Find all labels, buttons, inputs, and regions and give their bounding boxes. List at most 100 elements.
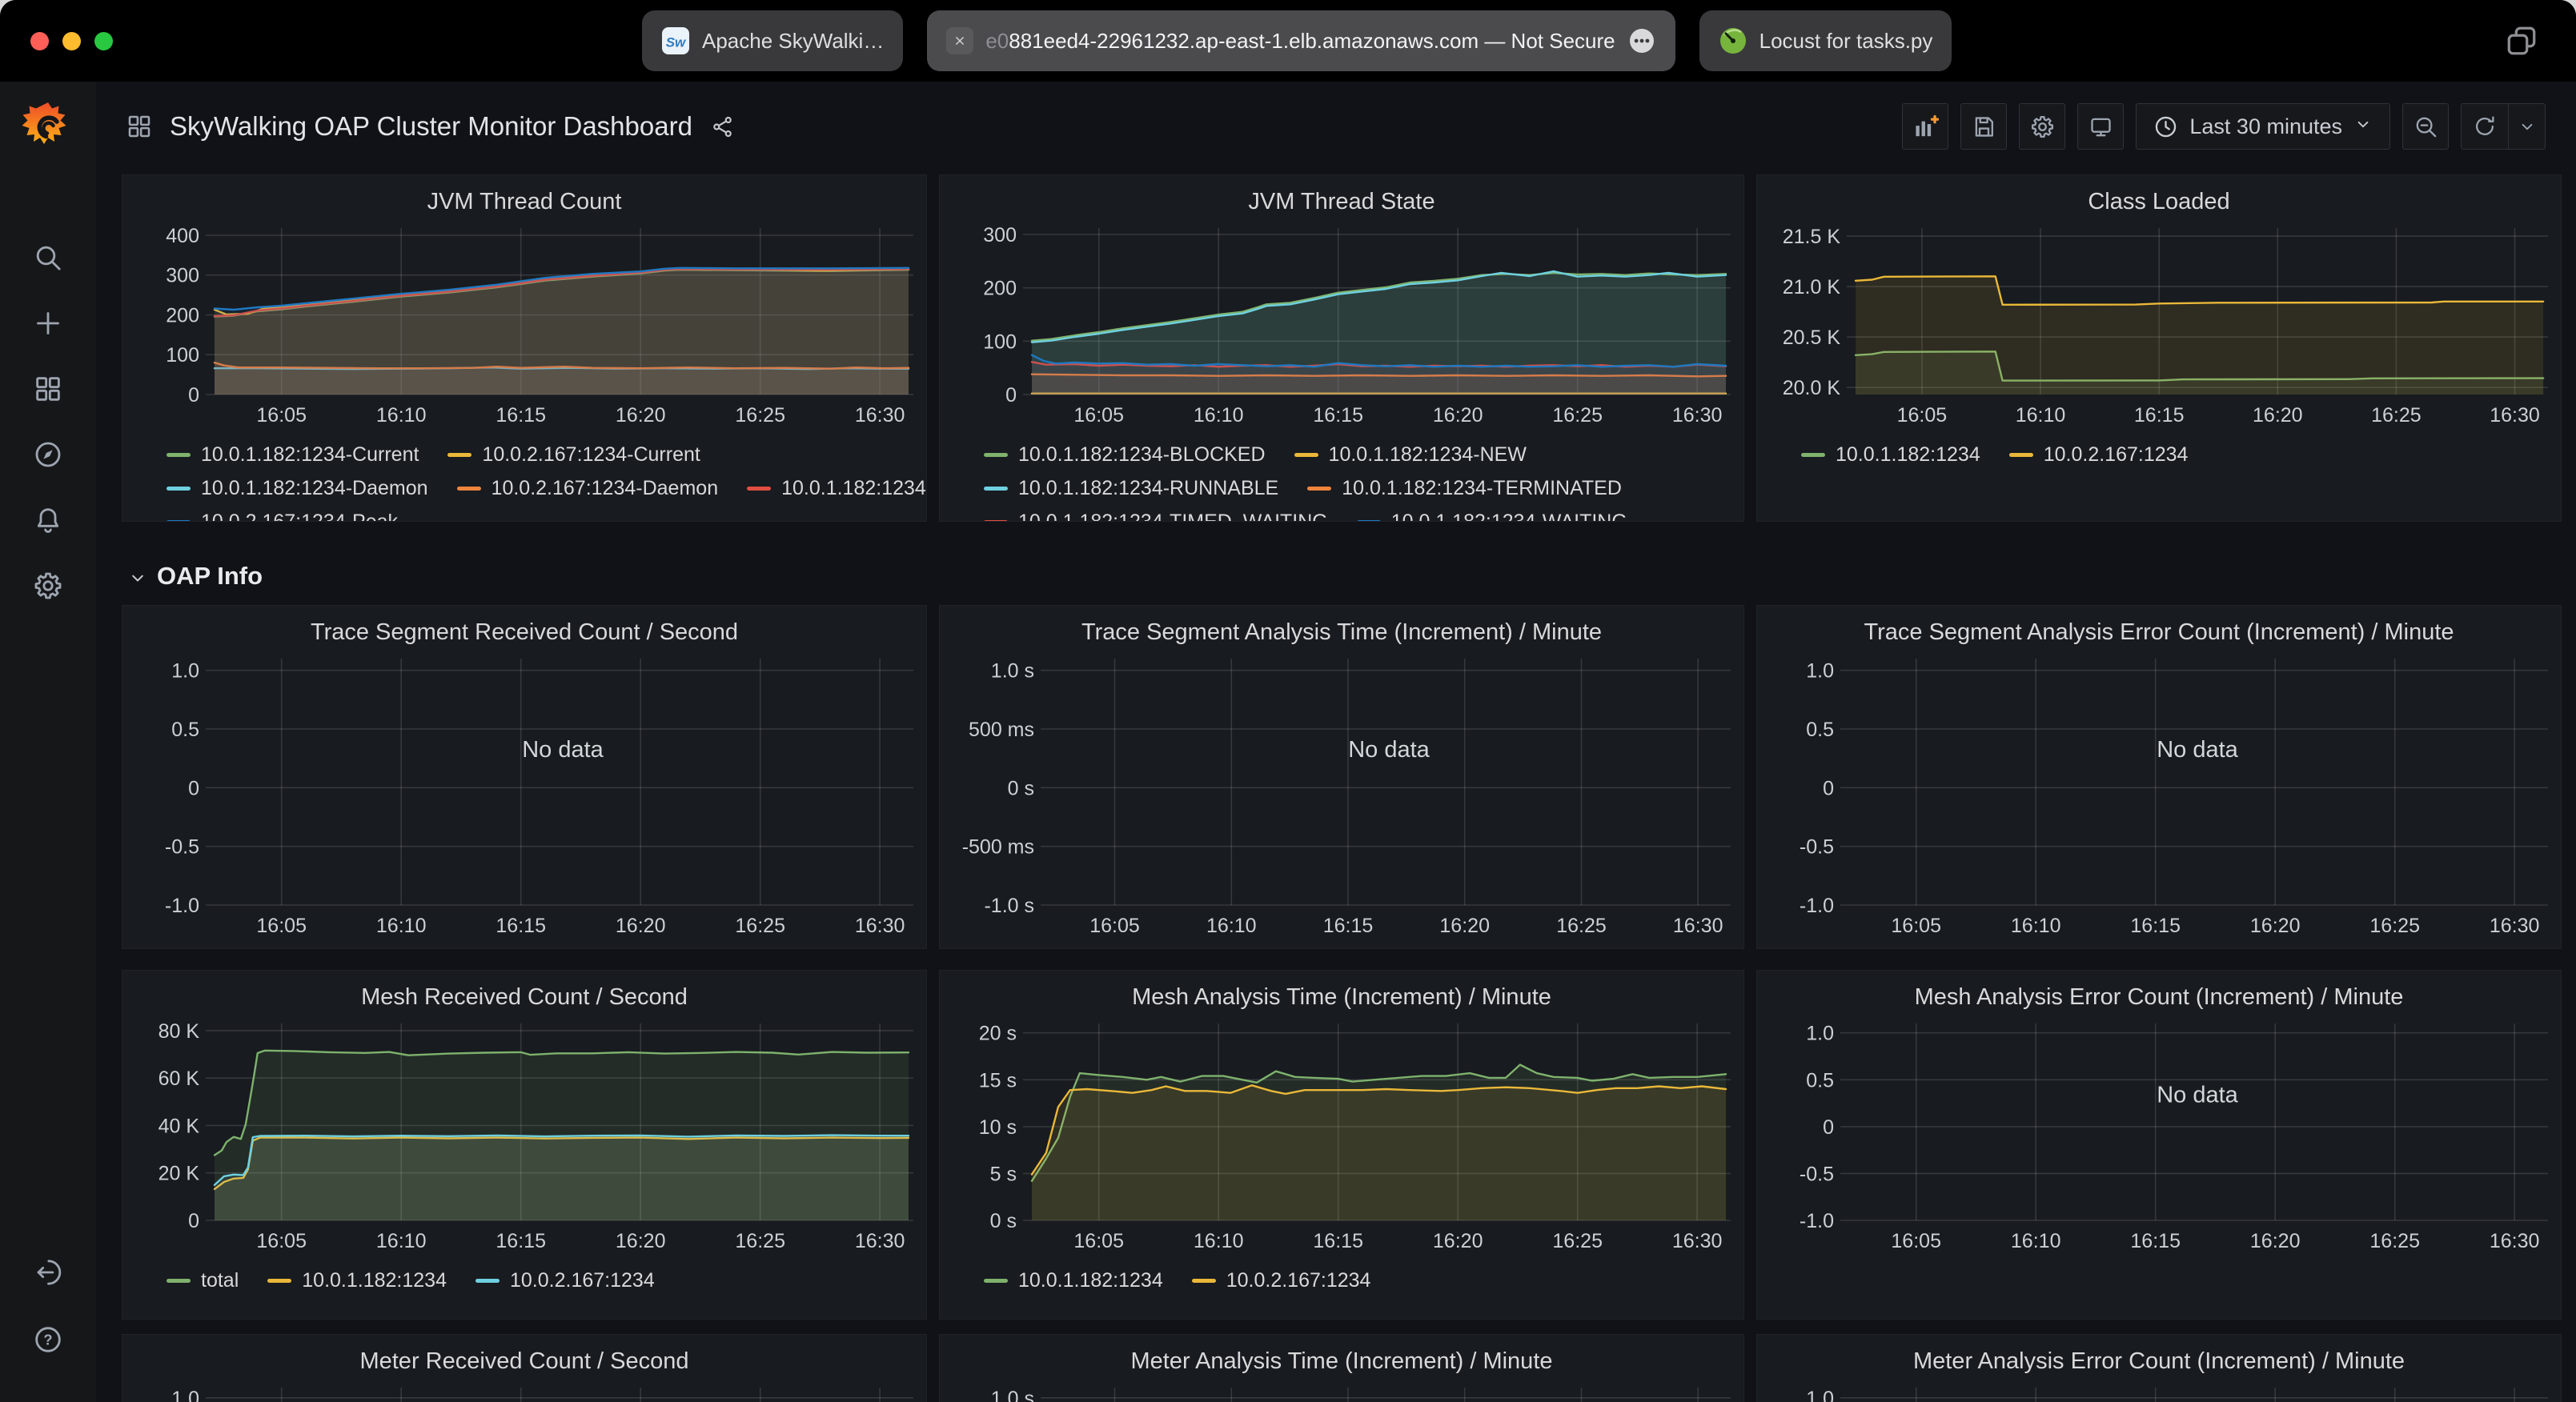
legend-item[interactable]: 10.0.2.167:1234-Current <box>447 443 700 467</box>
chart-plot-area[interactable]: 16:0516:1016:1516:2016:2516:3020.0 K20.5… <box>1757 220 2561 430</box>
chart-plot-area[interactable]: 16:0516:1016:1516:2016:2516:300 s5 s10 s… <box>940 1015 1743 1256</box>
sidebar-item-explore[interactable] <box>32 439 64 471</box>
panel-title[interactable]: Mesh Analysis Error Count (Increment) / … <box>1757 971 2561 1015</box>
legend-item[interactable]: 10.0.1.182:1234-NEW <box>1294 443 1527 467</box>
legend-item[interactable]: 10.0.2.167:1234 <box>1192 1269 1371 1292</box>
chart-canvas[interactable]: 16:0516:1016:1516:2016:2516:301.00.50-0.… <box>122 651 926 940</box>
svg-text:400: 400 <box>166 225 199 247</box>
panel-title[interactable]: Mesh Analysis Time (Increment) / Minute <box>940 971 1743 1015</box>
sidebar-item-help[interactable]: ? <box>32 1324 64 1356</box>
legend-item[interactable]: total <box>167 1269 239 1292</box>
legend-item[interactable]: 10.0.2.167:1234-Peak <box>167 511 398 523</box>
sidebar-item-create[interactable] <box>32 307 64 339</box>
svg-text:16:20: 16:20 <box>1433 404 1483 427</box>
chart-canvas[interactable]: 16:0516:1016:1516:2016:2516:300 s5 s10 s… <box>940 1015 1743 1256</box>
tab-close-button[interactable] <box>946 27 973 54</box>
sidebar-item-dashboards[interactable] <box>32 373 64 405</box>
chart-plot-area[interactable]: 16:0516:1016:1516:2016:2516:301.00.50-0.… <box>122 651 926 940</box>
panel-row-jvm: JVM Thread Count 16:0516:1016:1516:2016:2… <box>122 174 2562 522</box>
chart-plot-area[interactable]: 16:0516:1016:1516:2016:2516:301.00.50-0.… <box>122 1380 926 1402</box>
legend-item[interactable]: 10.0.1.182:1234-TERMINATED <box>1307 477 1622 500</box>
tab-overview-button[interactable] <box>2499 19 2544 64</box>
ellipsis-icon[interactable] <box>1627 26 1656 55</box>
chart-plot-area[interactable]: 16:0516:1016:1516:2016:2516:301.0 s500 m… <box>940 1380 1743 1402</box>
chart-canvas[interactable]: 16:0516:1016:1516:2016:2516:301.0 s500 m… <box>940 651 1743 940</box>
legend-item[interactable]: 10.0.2.167:1234-Daemon <box>457 477 719 500</box>
svg-text:16:25: 16:25 <box>735 404 785 427</box>
refresh-button[interactable] <box>2462 104 2508 149</box>
save-dashboard-button[interactable] <box>1960 103 2007 150</box>
sidebar-item-search[interactable] <box>32 242 64 274</box>
legend-item[interactable]: 10.0.1.182:1234-WAITING <box>1357 511 1627 523</box>
panel-title[interactable]: JVM Thread State <box>940 175 1743 220</box>
chart-plot-area[interactable]: 16:0516:1016:1516:2016:2516:300100200300 <box>940 220 1743 430</box>
legend-item[interactable]: 10.0.1.182:1234-RUNNABLE <box>984 477 1278 500</box>
panel-title[interactable]: Meter Analysis Error Count (Increment) /… <box>1757 1335 2561 1380</box>
chart-canvas[interactable]: 16:0516:1016:1516:2016:2516:300100200300 <box>940 220 1743 430</box>
share-button[interactable] <box>710 114 735 139</box>
chart-plot-area[interactable]: 16:0516:1016:1516:2016:2516:301.00.50-0.… <box>1757 1015 2561 1256</box>
legend-item[interactable]: 10.0.2.167:1234 <box>475 1269 655 1292</box>
panel-title[interactable]: Meter Received Count / Second <box>122 1335 926 1380</box>
window-controls <box>30 32 113 50</box>
legend-item[interactable]: 10.0.1.182:1234-Current <box>167 443 419 467</box>
panel-title[interactable]: Trace Segment Analysis Time (Increment) … <box>940 606 1743 651</box>
chart-plot-area[interactable]: 16:0516:1016:1516:2016:2516:301.0 s500 m… <box>940 651 1743 940</box>
panel-title[interactable]: Trace Segment Received Count / Second <box>122 606 926 651</box>
legend-item[interactable]: 10.0.1.182:1234 <box>267 1269 447 1292</box>
time-range-picker[interactable]: Last 30 minutes <box>2136 103 2390 150</box>
row-header-oap-info[interactable]: OAP Info <box>122 531 2562 605</box>
legend-item[interactable]: 10.0.1.182:1234 <box>984 1269 1163 1292</box>
zoom-out-time-button[interactable] <box>2402 103 2449 150</box>
window-maximize-button[interactable] <box>94 32 113 50</box>
dashboard-settings-button[interactable] <box>2019 103 2065 150</box>
legend-item[interactable]: 10.0.1.182:1234-BLOCKED <box>984 443 1266 467</box>
legend-item[interactable]: 10.0.1.182:1234-Daemon <box>167 477 428 500</box>
add-panel-button[interactable] <box>1902 103 1948 150</box>
browser-tab[interactable]: Locust for tasks.py <box>1699 10 1952 71</box>
legend-item[interactable]: 10.0.1.182:1234 <box>1801 443 1980 467</box>
chart-canvas[interactable]: 16:0516:1016:1516:2016:2516:300100200300… <box>122 220 926 430</box>
panel-title[interactable]: Class Loaded <box>1757 175 2561 220</box>
svg-text:16:25: 16:25 <box>735 1230 785 1252</box>
sidebar-item-signin[interactable] <box>32 1256 64 1288</box>
svg-text:0: 0 <box>188 384 199 407</box>
chart-canvas[interactable]: 16:0516:1016:1516:2016:2516:301.00.50-0.… <box>122 1380 926 1402</box>
chart-plot-area[interactable]: 16:0516:1016:1516:2016:2516:300100200300… <box>122 220 926 430</box>
chart-canvas[interactable]: 16:0516:1016:1516:2016:2516:301.00.50-0.… <box>1757 1015 2561 1256</box>
svg-text:16:15: 16:15 <box>1313 1230 1363 1252</box>
legend-item[interactable]: 10.0.2.167:1234 <box>2009 443 2189 467</box>
chart-plot-area[interactable]: 16:0516:1016:1516:2016:2516:30020 K40 K6… <box>122 1015 926 1256</box>
chart-canvas[interactable]: 16:0516:1016:1516:2016:2516:301.00.50-0.… <box>1757 651 2561 940</box>
chart-canvas[interactable]: 16:0516:1016:1516:2016:2516:301.0 s500 m… <box>940 1380 1743 1402</box>
refresh-button[interactable] <box>2461 103 2546 150</box>
chart-canvas[interactable]: 16:0516:1016:1516:2016:2516:301.00.50-0.… <box>1757 1380 2561 1402</box>
legend-item[interactable]: 10.0.1.182:1234-Peak <box>747 477 927 500</box>
svg-text:80 K: 80 K <box>158 1020 200 1043</box>
chart-plot-area[interactable]: 16:0516:1016:1516:2016:2516:301.00.50-0.… <box>1757 651 2561 940</box>
window-close-button[interactable] <box>30 32 49 50</box>
window-minimize-button[interactable] <box>62 32 81 50</box>
panel-title[interactable]: Meter Analysis Time (Increment) / Minute <box>940 1335 1743 1380</box>
svg-text:-1.0: -1.0 <box>1800 895 1834 917</box>
browser-chrome: SwApache SkyWalki… e0881eed4-22961232.ap-… <box>0 0 2576 82</box>
sidebar-item-configuration[interactable] <box>32 570 64 602</box>
browser-tab-active[interactable]: e0881eed4-22961232.ap-east-1.elb.amazona… <box>927 10 1675 71</box>
panel-title[interactable]: JVM Thread Count <box>122 175 926 220</box>
search-icon <box>32 242 64 274</box>
panel-title[interactable]: Mesh Received Count / Second <box>122 971 926 1015</box>
svg-text:16:10: 16:10 <box>1194 1230 1244 1252</box>
chart-canvas[interactable]: 16:0516:1016:1516:2016:2516:3020.0 K20.5… <box>1757 220 2561 430</box>
refresh-interval-dropdown[interactable] <box>2508 104 2545 149</box>
svg-text:16:30: 16:30 <box>855 1230 905 1252</box>
chart-canvas[interactable]: 16:0516:1016:1516:2016:2516:30020 K40 K6… <box>122 1015 926 1256</box>
panel-title[interactable]: Trace Segment Analysis Error Count (Incr… <box>1757 606 2561 651</box>
svg-text:0 s: 0 s <box>1008 777 1034 799</box>
legend-item[interactable]: 10.0.1.182:1234-TIMED_WAITING <box>984 511 1328 523</box>
chart-plot-area[interactable]: 16:0516:1016:1516:2016:2516:301.00.50-0.… <box>1757 1380 2561 1402</box>
grafana-logo[interactable] <box>22 101 74 152</box>
browser-tab[interactable]: SwApache SkyWalki… <box>642 10 903 71</box>
svg-text:-1.0 s: -1.0 s <box>984 895 1034 917</box>
cycle-view-mode-button[interactable] <box>2077 103 2124 150</box>
sidebar-item-alerting[interactable] <box>32 504 64 536</box>
